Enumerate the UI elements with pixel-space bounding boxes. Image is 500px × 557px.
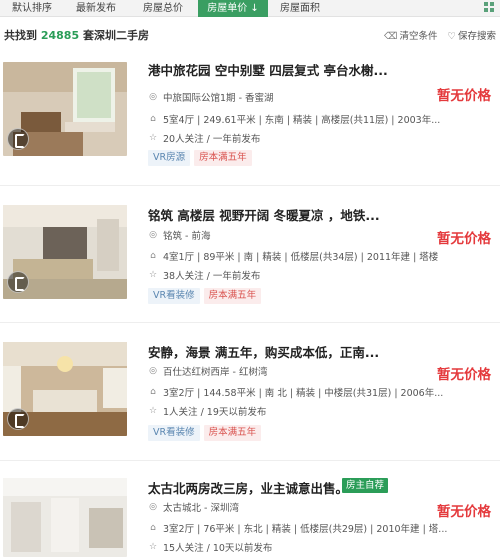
listing-details: ⌂ 4室1厅 | 89平米 | 南 | 精装 | 低楼层(共34层) | 2011… xyxy=(148,249,438,263)
tab-total-price[interactable]: 房屋总价 xyxy=(128,0,198,17)
vr-tag: VR看装修 xyxy=(148,288,200,304)
listing-photo[interactable] xyxy=(3,478,127,557)
house-icon: ⌂ xyxy=(150,523,156,533)
vr-360-icon xyxy=(7,271,29,293)
summary-prefix: 共找到 xyxy=(4,29,37,42)
clear-filters-button[interactable]: ⌫ 清空条件 xyxy=(384,28,437,42)
listing-followers: ☆ 38人关注 / 一年前发布 xyxy=(148,270,261,282)
vr-360-icon xyxy=(7,128,29,150)
listing-followers: ☆ 15人关注 / 10天以前发布 xyxy=(148,542,273,554)
house-icon: ⌂ xyxy=(150,251,156,261)
sort-tabs-bar: 默认排序 最新发布 房屋总价 房屋单价 ↓ 房屋面积 xyxy=(0,0,500,17)
listing-item[interactable]: 港中旅花园 空中别墅 四层复式 亭台水榭... ◎ 中旅国际公馆1期 - 香蜜湖 … xyxy=(0,50,500,186)
listing-price: 暂无价格 xyxy=(437,367,491,383)
save-search-button[interactable]: ♡ 保存搜索 xyxy=(447,28,496,42)
star-icon: ☆ xyxy=(148,133,158,143)
listing-price: 暂无价格 xyxy=(437,88,491,104)
house-icon: ⌂ xyxy=(150,114,156,124)
tab-unit-price[interactable]: 房屋单价 ↓ xyxy=(198,0,268,17)
listing-details: ⌂ 3室2厅 | 76平米 | 东北 | 精装 | 低楼层(共29层) | 201… xyxy=(148,521,447,535)
tax-tag: 房本满五年 xyxy=(203,288,262,304)
star-icon: ☆ xyxy=(148,542,158,552)
listing-item[interactable]: 太古北两房改三房，业主诚意出售。 房主自荐 ◎ 太古城北 - 深圳湾 ⌂ 3室2厅 … xyxy=(0,465,500,557)
listing-title[interactable]: 铭筑 高楼层 视野开阔 冬暖夏凉 ，地铁... xyxy=(148,205,380,224)
listing-tags: VR看装修 房本满五年 xyxy=(148,425,262,441)
map-pin-icon: ◎ xyxy=(149,502,157,512)
vr-360-icon xyxy=(7,408,29,430)
grid-icon[interactable] xyxy=(484,2,496,14)
listing-price: 暂无价格 xyxy=(437,231,491,247)
listing-tags: VR看装修 房本满五年 xyxy=(148,288,262,304)
listing-followers: ☆ 20人关注 / 一年前发布 xyxy=(148,133,261,145)
vr-tag: VR看装修 xyxy=(148,425,200,441)
map-pin-icon: ◎ xyxy=(149,230,157,240)
listing-details: ⌂ 3室2厅 | 144.58平米 | 南 北 | 精装 | 中楼层(共31层) … xyxy=(148,385,443,399)
heart-icon: ♡ xyxy=(447,31,456,42)
listing-title[interactable]: 安静，海景 满五年，购买成本低，正南... xyxy=(148,342,379,361)
listing-tags: VR房源 房本满五年 xyxy=(148,150,252,166)
owner-recommend-badge: 房主自荐 xyxy=(342,478,389,493)
listing-location: ◎ 铭筑 - 前海 xyxy=(149,230,211,242)
listing-price: 暂无价格 xyxy=(437,504,491,520)
listing-photo[interactable] xyxy=(3,205,127,299)
vr-tag: VR房源 xyxy=(148,150,191,166)
listing-title[interactable]: 太古北两房改三房，业主诚意出售。 xyxy=(148,478,348,497)
listing-item[interactable]: 安静，海景 满五年，购买成本低，正南... ◎ 百仕达红树西岸 - 红树湾 ⌂ 3室… xyxy=(0,325,500,461)
listing-location: ◎ 太古城北 - 深圳湾 xyxy=(149,502,239,514)
tab-area[interactable]: 房屋面积 xyxy=(268,0,332,17)
tax-tag: 房本满五年 xyxy=(203,425,262,441)
star-icon: ☆ xyxy=(148,406,158,416)
listing-location: ◎ 百仕达红树西岸 - 红树湾 xyxy=(149,366,268,378)
listing-details: ⌂ 5室4厅 | 249.61平米 | 东南 | 精装 | 高楼层(共11层) |… xyxy=(148,112,440,126)
listing-item[interactable]: 铭筑 高楼层 视野开阔 冬暖夏凉 ，地铁... ◎ 铭筑 - 前海 ⌂ 4室1厅 |… xyxy=(0,187,500,323)
result-count: 24885 xyxy=(40,29,80,42)
broom-icon: ⌫ xyxy=(384,31,398,42)
listing-photo[interactable] xyxy=(3,62,127,156)
map-pin-icon: ◎ xyxy=(149,92,157,102)
tab-default-sort[interactable]: 默认排序 xyxy=(0,0,64,17)
tab-newest[interactable]: 最新发布 xyxy=(64,0,128,17)
listing-photo[interactable] xyxy=(3,342,127,436)
star-icon: ☆ xyxy=(148,270,158,280)
listing-location: ◎ 中旅国际公馆1期 - 香蜜湖 xyxy=(149,92,274,104)
listing-title[interactable]: 港中旅花园 空中别墅 四层复式 亭台水榭... xyxy=(148,60,388,79)
house-icon: ⌂ xyxy=(150,387,156,397)
summary-suffix: 套深圳二手房 xyxy=(82,29,149,42)
map-pin-icon: ◎ xyxy=(149,366,157,376)
result-summary: 共找到 24885 套深圳二手房 ⌫ 清空条件 ♡ 保存搜索 xyxy=(0,25,500,47)
listing-followers: ☆ 1人关注 / 19天以前发布 xyxy=(148,406,267,418)
tax-tag: 房本满五年 xyxy=(194,150,252,166)
